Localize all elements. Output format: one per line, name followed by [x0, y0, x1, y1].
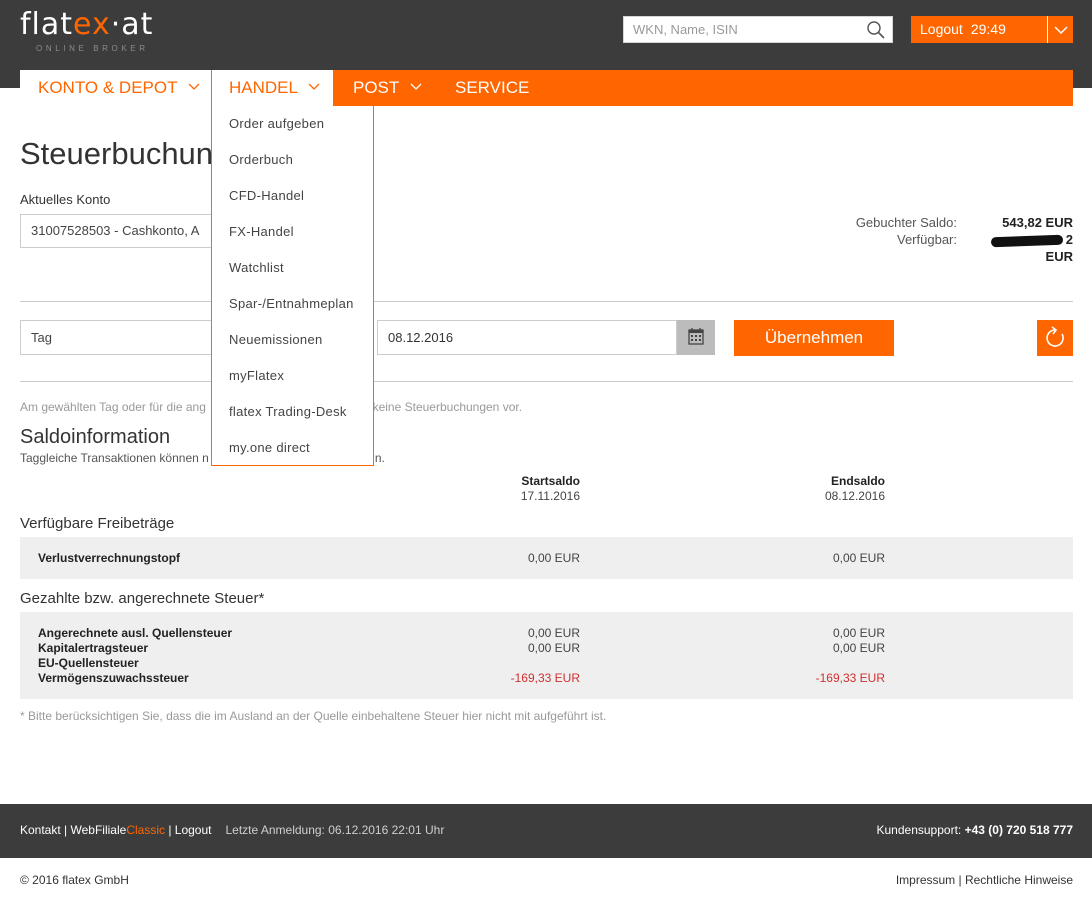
logout-dropdown-toggle[interactable] — [1047, 16, 1073, 43]
menu-item-myflatex[interactable]: myFlatex — [229, 368, 284, 383]
table-row-end: 0,00 EUR — [832, 626, 885, 640]
search-input[interactable] — [624, 17, 860, 42]
footer-links: Kontakt | WebFilialeClassic | Logout Letz… — [20, 823, 445, 837]
table-row-start: 0,00 EUR — [527, 626, 580, 640]
steuer-title: Gezahlte bzw. angerechnete Steuer* — [20, 590, 265, 607]
table-row-start: -169,33 EUR — [510, 671, 580, 685]
refresh-icon — [1046, 326, 1064, 347]
table-row-end: 0,00 EUR — [832, 551, 885, 565]
table-row-label: EU-Quellensteuer — [38, 656, 139, 670]
search-box — [623, 16, 893, 43]
handel-dropdown-menu: Order aufgeben Orderbuch CFD-Handel FX-H… — [211, 106, 374, 466]
main-nav: KONTO & DEPOT HANDEL POST SERVICE — [20, 70, 1073, 106]
footer-link-impressum[interactable]: Impressum — [896, 873, 955, 887]
account-label: Aktuelles Konto — [20, 192, 111, 207]
table-row-end: -169,33 EUR — [815, 671, 885, 685]
last-login-text: Letzte Anmeldung: 06.12.2016 22:01 Uhr — [225, 823, 445, 837]
balance-values: 543,82 EUR 2 EUR — [960, 214, 1073, 265]
table-row-start: 0,00 EUR — [527, 641, 580, 655]
menu-item-trading-desk[interactable]: flatex Trading-Desk — [229, 404, 347, 419]
date-input[interactable]: 08.12.2016 — [377, 320, 677, 355]
logo-tagline: ONLINE BROKER — [36, 44, 149, 53]
balance-labels: Gebuchter Saldo: Verfügbar: — [820, 214, 957, 248]
booked-balance-label: Gebuchter Saldo: — [855, 215, 957, 230]
calendar-button[interactable] — [677, 320, 715, 355]
table-row-label: Kapitalertragsteuer — [38, 641, 149, 655]
menu-item-sparplan[interactable]: Spar-/Entnahmeplan — [229, 296, 354, 311]
refresh-button[interactable] — [1037, 320, 1073, 356]
chevron-down-icon — [188, 83, 200, 90]
nav-post[interactable]: POST — [353, 70, 422, 106]
footnote: * Bitte berücksichtigen Sie, dass die im… — [20, 709, 607, 723]
table-row-label: Vermögenszuwachssteuer — [38, 671, 189, 685]
table-row-start: 0,00 EUR — [527, 551, 580, 565]
redaction-mark — [990, 234, 1063, 247]
table-row-label: Verlustverrechnungstopf — [38, 551, 181, 565]
chevron-down-icon — [308, 83, 320, 90]
booked-balance-value: 543,82 EUR — [1002, 215, 1073, 230]
nav-konto-depot[interactable]: KONTO & DEPOT — [20, 70, 211, 106]
menu-item-cfd-handel[interactable]: CFD-Handel — [229, 188, 304, 203]
copyright: © 2016 flatex GmbH — [20, 873, 129, 887]
flatex-logo[interactable]: flatex·at ONLINE BROKER — [20, 10, 200, 56]
legal-links: Impressum | Rechtliche Hinweise — [895, 873, 1073, 887]
start-balance-header: Startsaldo 17.11.2016 — [520, 474, 580, 503]
logout-label: Logout — [920, 21, 963, 37]
session-timer: 29:49 — [970, 21, 1006, 37]
footer-link-legal[interactable]: Rechtliche Hinweise — [965, 873, 1073, 887]
nav-handel[interactable]: HANDEL — [211, 70, 334, 106]
available-label: Verfügbar: — [897, 232, 957, 247]
freibetraege-panel: Verlustverrechnungstopf 0,00 EUR 0,00 EU… — [20, 537, 1073, 579]
divider — [20, 381, 1073, 382]
end-balance-header: Endsaldo 08.12.2016 — [824, 474, 885, 503]
footer-bar: Kontakt | WebFilialeClassic | Logout Letz… — [0, 804, 1092, 858]
chevron-down-icon — [1054, 26, 1068, 35]
search-icon[interactable] — [866, 20, 886, 40]
available-value: 2 EUR — [960, 231, 1073, 265]
footer-link-kontakt[interactable]: Kontakt — [20, 823, 61, 837]
apply-button[interactable]: Übernehmen — [734, 320, 894, 356]
logo-wordmark: flatex·at — [20, 7, 154, 42]
menu-item-neuemissionen[interactable]: Neuemissionen — [229, 332, 323, 347]
nav-service[interactable]: SERVICE — [455, 70, 529, 106]
menu-item-myone-direct[interactable]: my.one direct — [229, 440, 310, 455]
divider — [20, 301, 1073, 302]
freibetraege-title: Verfügbare Freibeträge — [20, 515, 175, 532]
steuer-panel: Angerechnete ausl. Quellensteuer 0,00 EU… — [20, 612, 1073, 699]
calendar-icon — [688, 328, 704, 345]
period-select[interactable]: Tag — [20, 320, 215, 355]
footer-link-logout[interactable]: Logout — [175, 823, 212, 837]
menu-item-fx-handel[interactable]: FX-Handel — [229, 224, 294, 239]
menu-item-watchlist[interactable]: Watchlist — [229, 260, 284, 275]
account-select[interactable]: 31007528503 - Cashkonto, A — [20, 214, 215, 248]
support-phone[interactable]: +43 (0) 720 518 777 — [965, 823, 1073, 837]
menu-item-order-aufgeben[interactable]: Order aufgeben — [229, 116, 324, 131]
chevron-down-icon — [410, 83, 422, 90]
table-row-end: 0,00 EUR — [832, 641, 885, 655]
logout-button[interactable]: Logout 29:49 — [911, 16, 1047, 43]
support-info: Kundensupport: +43 (0) 720 518 777 — [876, 823, 1074, 837]
menu-item-orderbuch[interactable]: Orderbuch — [229, 152, 293, 167]
section-title-saldoinformation: Saldoinformation — [20, 426, 171, 448]
footer-link-webfiliale-classic[interactable]: WebFilialeClassic — [71, 823, 165, 837]
table-row-label: Angerechnete ausl. Quellensteuer — [38, 626, 233, 640]
